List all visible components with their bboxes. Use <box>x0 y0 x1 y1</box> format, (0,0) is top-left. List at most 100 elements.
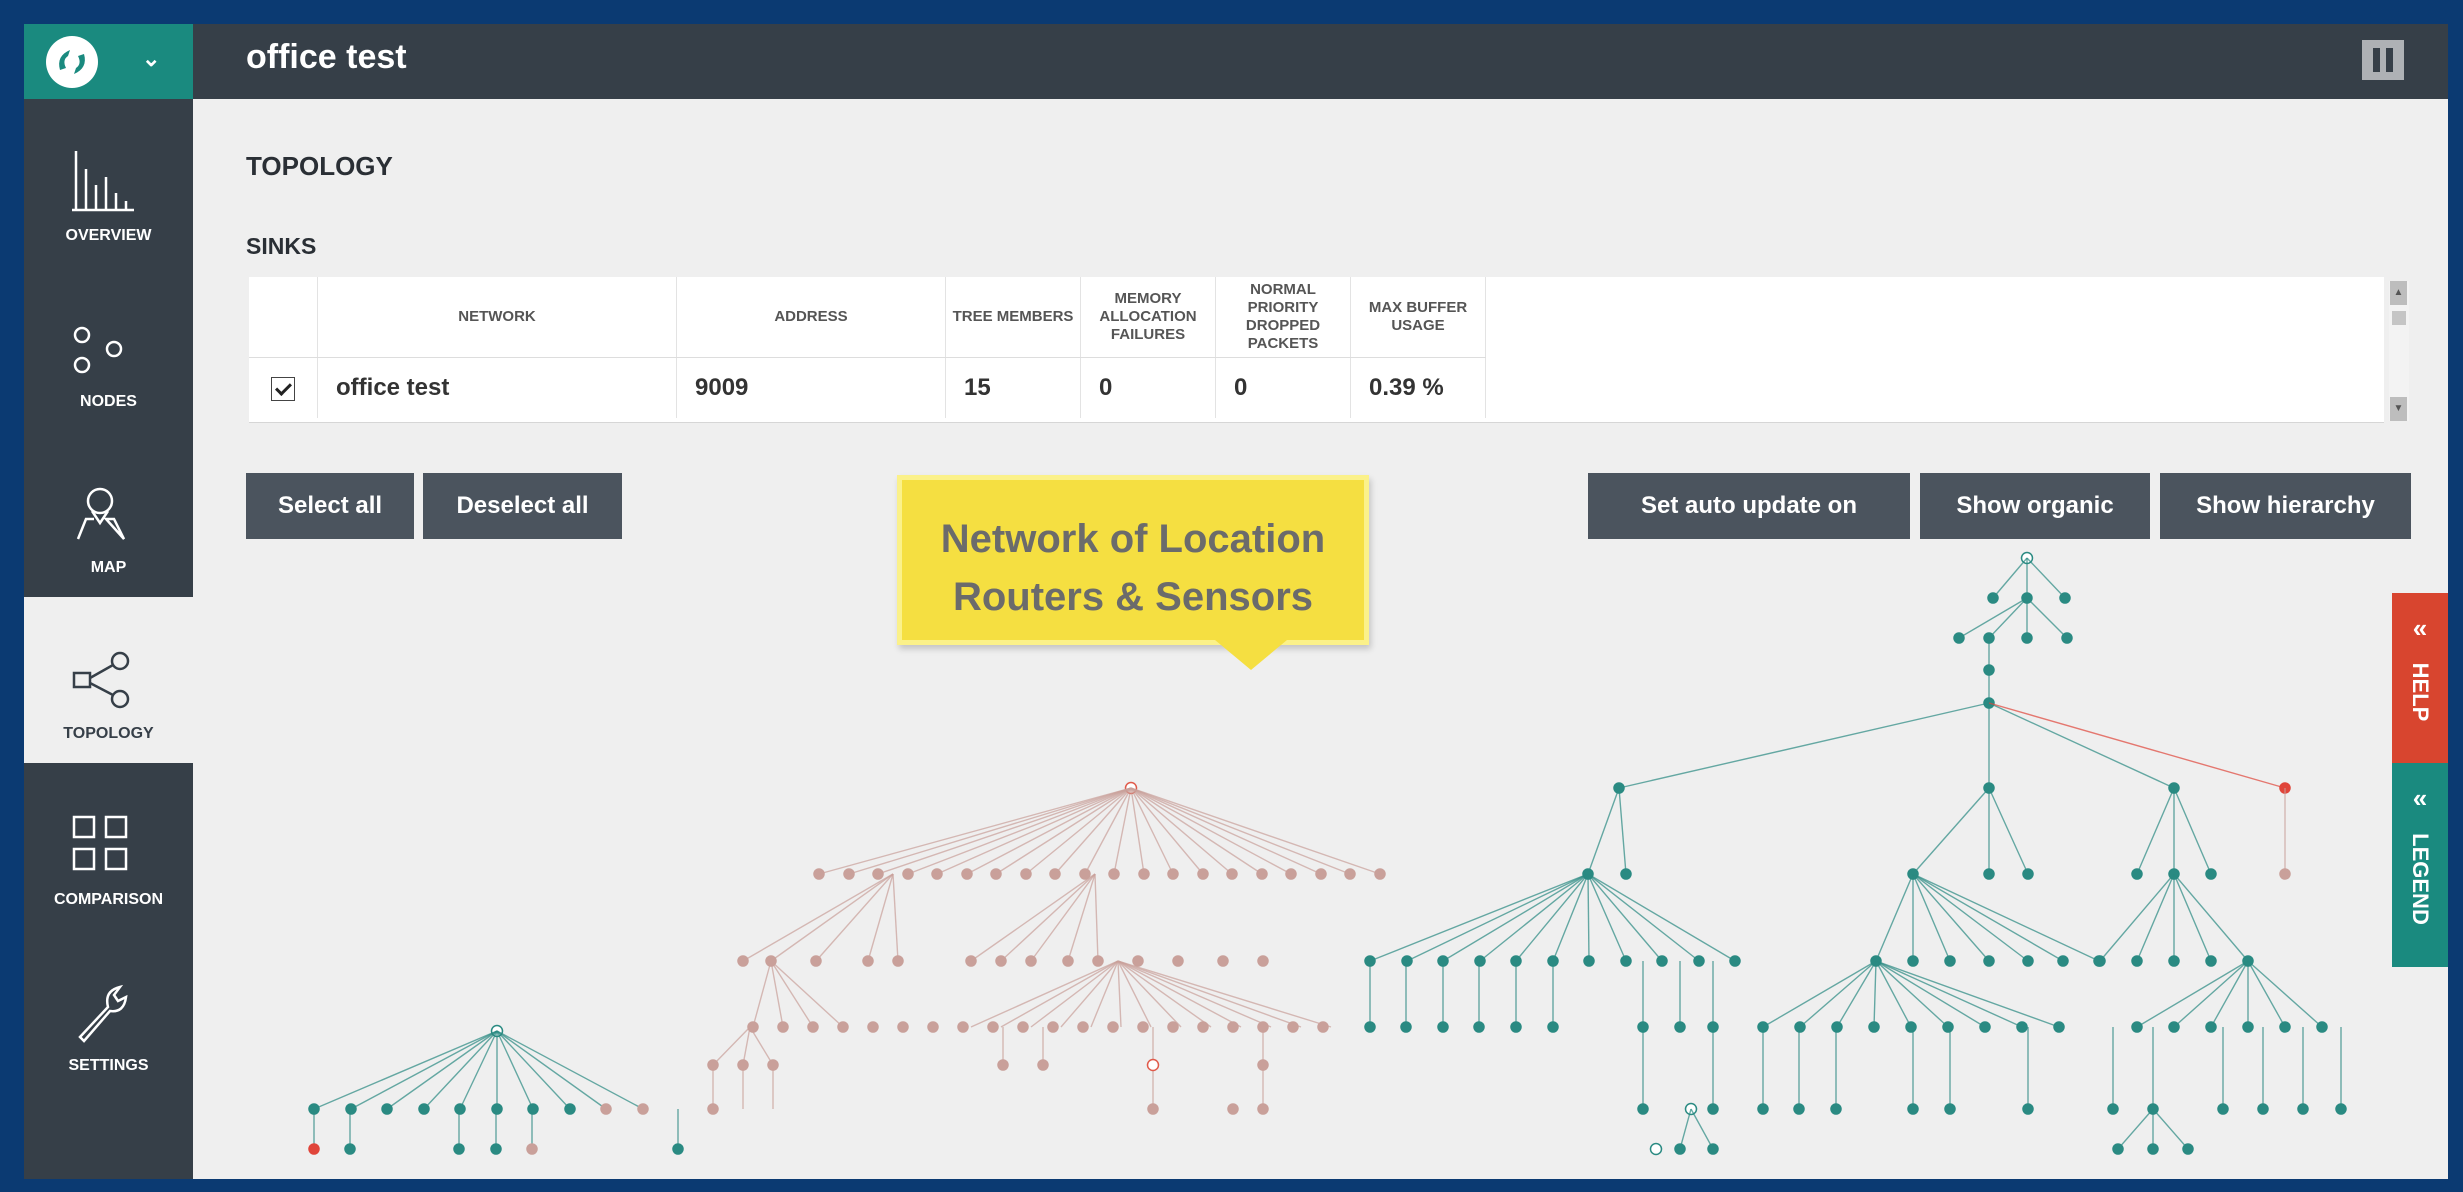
topology-node[interactable] <box>1729 955 1741 967</box>
topology-node[interactable] <box>1047 1021 1059 1033</box>
select-all-button[interactable]: Select all <box>246 473 414 539</box>
topology-node[interactable] <box>897 1021 909 1033</box>
topology-node[interactable] <box>1227 1103 1239 1115</box>
auto-update-button[interactable]: Set auto update on <box>1588 473 1910 539</box>
topology-node[interactable] <box>345 1103 357 1115</box>
topology-node[interactable] <box>1583 955 1595 967</box>
topology-node[interactable] <box>637 1103 649 1115</box>
topology-node[interactable] <box>1474 955 1486 967</box>
topology-node[interactable] <box>737 1059 749 1071</box>
nav-item-comparison[interactable]: COMPARISON <box>24 763 193 929</box>
topology-node[interactable] <box>1256 868 1268 880</box>
topology-node[interactable] <box>957 1021 969 1033</box>
topology-node[interactable] <box>1942 1021 1954 1033</box>
topology-node[interactable] <box>2022 868 2034 880</box>
topology-node[interactable] <box>1167 868 1179 880</box>
topology-node[interactable] <box>1315 868 1327 880</box>
topology-node[interactable] <box>1257 955 1269 967</box>
topology-node[interactable] <box>1674 1021 1686 1033</box>
topology-node[interactable] <box>381 1103 393 1115</box>
topology-node[interactable] <box>1649 1142 1663 1156</box>
topology-node[interactable] <box>491 1103 503 1115</box>
topology-node[interactable] <box>843 868 855 880</box>
topology-node[interactable] <box>1707 1143 1719 1155</box>
topology-node[interactable] <box>2279 868 2291 880</box>
topology-node[interactable] <box>1620 955 1632 967</box>
topology-node[interactable] <box>2053 1021 2065 1033</box>
topology-node[interactable] <box>2168 955 2180 967</box>
topology-node[interactable] <box>1400 1021 1412 1033</box>
topology-node[interactable] <box>490 1143 502 1155</box>
topology-node[interactable] <box>1077 1021 1089 1033</box>
topology-node[interactable] <box>1674 1143 1686 1155</box>
topology-node[interactable] <box>418 1103 430 1115</box>
topology-node[interactable] <box>1907 955 1919 967</box>
topology-node[interactable] <box>1401 955 1413 967</box>
topology-node[interactable] <box>1197 868 1209 880</box>
topology-node[interactable] <box>2057 955 2069 967</box>
topology-node[interactable] <box>737 955 749 967</box>
nav-item-settings[interactable]: SETTINGS <box>24 929 193 1095</box>
topology-node[interactable] <box>1905 1021 1917 1033</box>
topology-node[interactable] <box>1987 592 1999 604</box>
topology-node[interactable] <box>2059 592 2071 604</box>
topology-node[interactable] <box>1146 1058 1160 1072</box>
topology-node[interactable] <box>1317 1021 1329 1033</box>
topology-node[interactable] <box>1979 1021 1991 1033</box>
topology-node[interactable] <box>672 1143 684 1155</box>
topology-node[interactable] <box>1510 1021 1522 1033</box>
show-organic-button[interactable]: Show organic <box>1920 473 2150 539</box>
topology-node[interactable] <box>2205 868 2217 880</box>
topology-node[interactable] <box>1217 955 1229 967</box>
topology-node[interactable] <box>1868 1021 1880 1033</box>
topology-node[interactable] <box>1794 1021 1806 1033</box>
legend-tab[interactable]: « LEGEND <box>2392 763 2448 967</box>
topology-node[interactable] <box>1693 955 1705 967</box>
topology-node[interactable] <box>1092 955 1104 967</box>
topology-node[interactable] <box>813 868 825 880</box>
topology-node[interactable] <box>1707 1103 1719 1115</box>
nav-item-nodes[interactable]: NODES <box>24 265 193 431</box>
topology-node[interactable] <box>2205 1021 2217 1033</box>
topology-node[interactable] <box>1108 868 1120 880</box>
topology-node[interactable] <box>867 1021 879 1033</box>
topology-node[interactable] <box>454 1103 466 1115</box>
topology-node[interactable] <box>2022 955 2034 967</box>
topology-node[interactable] <box>344 1143 356 1155</box>
topology-node[interactable] <box>1831 1021 1843 1033</box>
help-tab[interactable]: « HELP <box>2392 593 2448 763</box>
topology-node[interactable] <box>707 1059 719 1071</box>
topology-node[interactable] <box>892 955 904 967</box>
topology-node[interactable] <box>1983 955 1995 967</box>
topology-node[interactable] <box>2316 1021 2328 1033</box>
deselect-all-button[interactable]: Deselect all <box>423 473 622 539</box>
topology-node[interactable] <box>1944 1103 1956 1115</box>
topology-node[interactable] <box>1953 632 1965 644</box>
topology-node[interactable] <box>1079 868 1091 880</box>
topology-node[interactable] <box>2131 868 2143 880</box>
topology-node[interactable] <box>872 868 884 880</box>
topology-node[interactable] <box>810 955 822 967</box>
topology-node[interactable] <box>1037 1059 1049 1071</box>
topology-node[interactable] <box>1025 955 1037 967</box>
topology-node[interactable] <box>1983 868 1995 880</box>
brand-menu[interactable]: ⌄ <box>24 24 193 99</box>
topology-node[interactable] <box>1944 955 1956 967</box>
topology-node[interactable] <box>767 1059 779 1071</box>
topology-node[interactable] <box>2279 1021 2291 1033</box>
topology-node[interactable] <box>1757 1103 1769 1115</box>
topology-node[interactable] <box>526 1143 538 1155</box>
topology-node[interactable] <box>1226 868 1238 880</box>
topology-node[interactable] <box>1620 868 1632 880</box>
topology-node[interactable] <box>1167 1021 1179 1033</box>
nav-item-overview[interactable]: OVERVIEW <box>24 99 193 265</box>
topology-node[interactable] <box>1197 1021 1209 1033</box>
topology-node[interactable] <box>1344 868 1356 880</box>
topology-node[interactable] <box>2335 1103 2347 1115</box>
topology-node[interactable] <box>965 955 977 967</box>
topology-node[interactable] <box>997 1059 1009 1071</box>
topology-node[interactable] <box>1137 1021 1149 1033</box>
topology-node[interactable] <box>2131 955 2143 967</box>
topology-node[interactable] <box>2131 1021 2143 1033</box>
topology-node[interactable] <box>1257 1059 1269 1071</box>
